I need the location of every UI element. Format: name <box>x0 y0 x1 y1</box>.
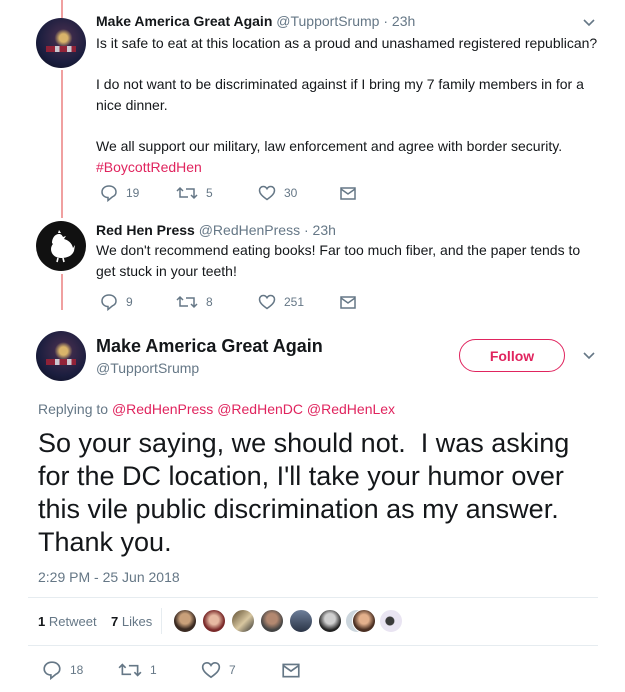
retweet-stat[interactable]: 1 Retweet <box>38 614 97 629</box>
author-name[interactable]: Make America Great Again <box>96 13 272 29</box>
stats-separator <box>161 608 162 634</box>
reply-count: 18 <box>70 663 84 677</box>
tweet-text: Is it safe to eat at this location as a … <box>96 33 606 178</box>
chevron-down-icon[interactable] <box>582 15 596 29</box>
reply-count: 9 <box>126 295 133 309</box>
reply-icon <box>43 661 61 680</box>
like-icon <box>258 185 276 201</box>
mention-link[interactable]: @RedHenPress <box>112 401 213 417</box>
mention-link[interactable]: @RedHenLex <box>307 401 395 417</box>
like-button[interactable]: 30 <box>258 184 297 202</box>
likes-stat[interactable]: 7 Likes <box>111 614 152 629</box>
reply-icon <box>101 294 117 311</box>
message-icon <box>282 663 300 678</box>
liker-avatar[interactable] <box>379 609 403 633</box>
message-icon <box>340 187 356 200</box>
retweet-button[interactable]: 8 <box>176 293 213 311</box>
like-count: 7 <box>229 663 236 677</box>
author-name[interactable]: Make America Great Again <box>96 336 323 357</box>
author-handle[interactable]: @RedHenPress <box>199 222 300 238</box>
retweet-icon <box>176 295 198 309</box>
hashtag-link[interactable]: #BoycottRedHen <box>96 157 606 178</box>
author-handle[interactable]: @TupportSrump <box>96 360 199 376</box>
like-button[interactable]: 251 <box>258 293 304 311</box>
retweet-count: 5 <box>206 186 213 200</box>
message-button[interactable] <box>339 293 365 311</box>
author-name[interactable]: Red Hen Press <box>96 222 195 238</box>
like-icon <box>201 661 221 679</box>
message-icon <box>340 296 356 309</box>
liker-avatar[interactable] <box>202 609 226 633</box>
liker-avatar[interactable] <box>231 609 255 633</box>
liker-avatar[interactable] <box>289 609 313 633</box>
tweet-timestamp[interactable]: 2:29 PM - 25 Jun 2018 <box>38 569 180 585</box>
tweet-stats: 1 Retweet 7 Likes <box>38 614 152 629</box>
thread-line <box>61 274 63 310</box>
like-count: 251 <box>284 295 305 309</box>
reply-count: 19 <box>126 186 140 200</box>
liker-avatar[interactable] <box>260 609 284 633</box>
avatar[interactable] <box>36 331 86 381</box>
author-handle[interactable]: @TupportSrump <box>276 13 379 29</box>
reply-icon <box>101 185 117 202</box>
replying-to: Replying to @RedHenPress @RedHenDC @RedH… <box>38 401 396 417</box>
tweet-time[interactable]: 23h <box>313 222 336 238</box>
message-button[interactable] <box>339 184 365 202</box>
avatar[interactable] <box>36 18 86 68</box>
divider <box>28 597 598 598</box>
like-count: 30 <box>284 186 298 200</box>
tweet-header: Red Hen Press @RedHenPress · 23h <box>96 222 336 238</box>
reply-button[interactable]: 18 <box>42 660 83 680</box>
reply-button[interactable]: 19 <box>100 184 139 202</box>
mention-link[interactable]: @RedHenDC <box>217 401 303 417</box>
tweet-text: So your saying, we should not. I was ask… <box>38 428 570 557</box>
retweet-icon <box>118 663 142 677</box>
liker-avatar[interactable] <box>352 609 376 633</box>
like-button[interactable]: 7 <box>201 660 236 680</box>
like-icon <box>258 294 276 310</box>
tweet-time[interactable]: 23h <box>392 13 415 29</box>
follow-button[interactable]: Follow <box>459 339 565 372</box>
tweet-header: Make America Great Again @TupportSrump ·… <box>96 13 416 29</box>
chevron-down-icon[interactable] <box>582 348 596 362</box>
thread-line <box>61 0 63 18</box>
divider <box>28 645 598 646</box>
message-button[interactable] <box>281 660 309 680</box>
hen-logo-icon <box>51 230 75 263</box>
retweet-count: 1 <box>150 663 157 677</box>
avatar[interactable] <box>36 221 86 271</box>
liker-avatar[interactable] <box>173 609 197 633</box>
reply-button[interactable]: 9 <box>100 293 133 311</box>
retweet-icon <box>176 186 198 200</box>
retweet-button[interactable]: 5 <box>176 184 213 202</box>
retweet-count: 8 <box>206 295 213 309</box>
retweet-button[interactable]: 1 <box>118 660 157 680</box>
thread-line <box>61 70 63 218</box>
tweet-text: We don't recommend eating books! Far too… <box>96 242 581 279</box>
